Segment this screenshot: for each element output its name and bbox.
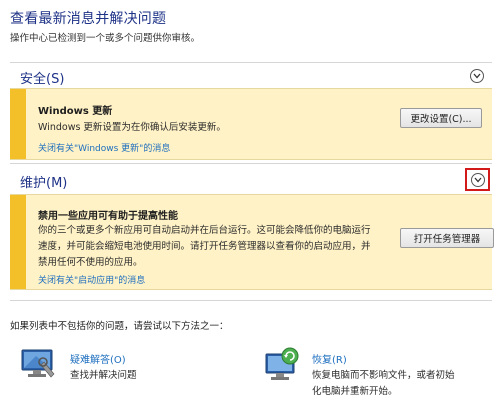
- security-section-title[interactable]: 安全(S): [20, 68, 64, 87]
- chevron-down-icon: [473, 73, 481, 79]
- startup-apps-card: 禁用一些应用可有助于提高性能 你的三个或更多个新应用可自动启动并在后台运行。这可…: [10, 194, 494, 290]
- recovery-link[interactable]: 恢复(R): [312, 351, 347, 366]
- security-expand-button[interactable]: [470, 69, 484, 83]
- recovery-desc-line: 恢复电脑而不影响文件，或者初始: [312, 370, 455, 381]
- section-divider: [10, 300, 492, 301]
- warning-accent-bar: [10, 89, 26, 159]
- troubleshooting-desc: 查找并解决问题: [70, 370, 137, 381]
- section-divider: [10, 163, 492, 164]
- troubleshooting-link[interactable]: 疑难解答(O): [70, 351, 126, 366]
- card-body: Windows 更新设置为在你确认后安装更新。: [38, 122, 226, 133]
- dismiss-update-message-link[interactable]: 关闭有关"Windows 更新"的消息: [38, 141, 170, 154]
- open-task-manager-button[interactable]: 打开任务管理器: [400, 228, 494, 248]
- footer-text: 如果列表中不包括你的问题，请尝试以下方法之一：: [10, 321, 229, 332]
- windows-update-card: Windows 更新 Windows 更新设置为在你确认后安装更新。 关闭有关"…: [10, 88, 492, 160]
- card-title: 禁用一些应用可有助于提高性能: [38, 211, 178, 222]
- recovery-desc-line: 化电脑并重新开始。: [312, 386, 398, 397]
- recovery-icon[interactable]: [262, 346, 302, 384]
- maintenance-section-title[interactable]: 维护(M): [20, 172, 67, 191]
- maintenance-expand-button[interactable]: [471, 173, 485, 187]
- change-settings-button[interactable]: 更改设置(C)...: [400, 108, 482, 128]
- page-title: 查看最新消息并解决问题: [10, 11, 167, 27]
- section-divider: [10, 62, 492, 63]
- card-title: Windows 更新: [38, 106, 113, 117]
- page-subtitle: 操作中心已检测到一个或多个问题供你审核。: [10, 33, 201, 44]
- card-body-line: 速度，并可能会缩短电池使用时间。请打开任务管理器以查看你的启动应用，并: [38, 241, 371, 252]
- card-body-line: 禁用任何不使用的应用。: [38, 257, 143, 268]
- card-body: 你的三个或更多个新应用可自动启动并在后台运行。这可能会降低你的电脑运行 速度，并…: [38, 223, 378, 271]
- chevron-down-icon: [474, 177, 482, 183]
- dismiss-startup-message-link[interactable]: 关闭有关"启动应用"的消息: [38, 273, 145, 286]
- warning-accent-bar: [10, 195, 26, 289]
- recovery-desc: 恢复电脑而不影响文件，或者初始 化电脑并重新开始。: [312, 368, 455, 400]
- card-body-line: 你的三个或更多个新应用可自动启动并在后台运行。这可能会降低你的电脑运行: [38, 225, 371, 236]
- troubleshooting-icon[interactable]: [20, 348, 58, 382]
